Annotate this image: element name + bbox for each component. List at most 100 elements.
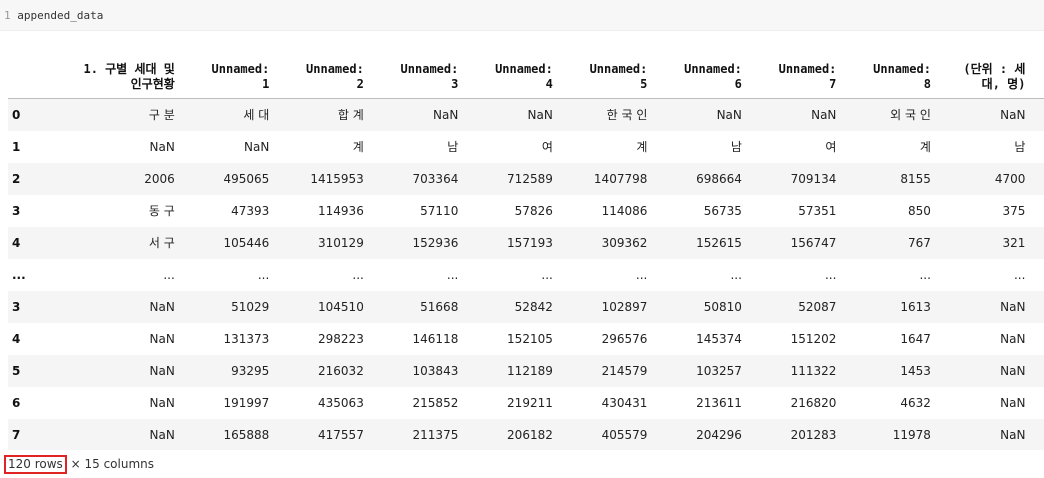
- table-cell: 48: [1033, 419, 1044, 451]
- row-index: 2: [12, 171, 21, 186]
- table-cell: 1613: [900, 299, 931, 314]
- table-cell: ...: [919, 267, 931, 282]
- code-line[interactable]: 1 appended_data: [4, 9, 103, 22]
- row-index: ...: [12, 267, 26, 282]
- table-cell: 165888: [223, 427, 270, 442]
- index-column-header: [8, 44, 71, 99]
- table-cell: 한 국 인: [606, 108, 648, 123]
- table-row: 2 2006 495065 1415953 703364 712589 1407798 698…: [8, 162, 1044, 195]
- table-cell: 152936: [412, 235, 459, 250]
- table-cell: 8155: [900, 171, 931, 186]
- table-cell: 850: [908, 203, 931, 218]
- table-row: 4 NaN 131373 298223 146118 152105 296576 145374…: [8, 322, 1044, 355]
- table-cell: ...: [541, 267, 553, 282]
- table-cell: 계: [636, 140, 648, 154]
- table-cell: 298223: [318, 331, 364, 346]
- table-cell: 214579: [601, 363, 648, 378]
- table-cell: 57351: [798, 203, 837, 218]
- table-cell: 131373: [223, 331, 270, 346]
- column-header: Unnamed: 3: [371, 44, 467, 99]
- table-cell: 56735: [703, 203, 742, 218]
- table-cell: 1647: [900, 331, 931, 346]
- table-cell: 계: [919, 140, 931, 154]
- table-row: 3 NaN 51029 104510 51668 52842 102897 50810 5208…: [8, 290, 1044, 323]
- row-index: 3: [12, 299, 21, 314]
- table-cell: 151202: [790, 331, 837, 346]
- table-cell: 417557: [318, 427, 364, 442]
- table-cell: 34: [1033, 163, 1044, 195]
- table-cell: 51668: [420, 299, 459, 314]
- table-cell: 1415953: [310, 171, 364, 186]
- table-cell: 8: [1033, 355, 1044, 387]
- table-cell: 57826: [514, 203, 553, 218]
- table-cell: 211375: [412, 427, 459, 442]
- table-cell: NaN: [149, 427, 175, 442]
- table-cell: 215852: [412, 395, 459, 410]
- column-header: Unnamed: [1033, 44, 1044, 99]
- table-cell: 375: [1002, 203, 1026, 218]
- table-cell: 112189: [507, 363, 553, 378]
- table-row: 1 NaN NaN 계 남 여 계 남 여 계 남: [8, 130, 1044, 163]
- dataframe-output: 1. 구별 세대 및 인구현황 Unnamed: 1 Unnamed: 2 Unnam…: [8, 44, 1044, 450]
- code-text: appended_data: [17, 9, 104, 22]
- table-cell: 1: [1033, 323, 1044, 355]
- table-cell: NaN: [1000, 331, 1026, 346]
- column-header: Unnamed: 5: [560, 44, 656, 99]
- table-cell: 219211: [507, 395, 553, 410]
- row-index: 5: [12, 363, 21, 378]
- table-cell: 698664: [696, 171, 742, 186]
- table-cell: 709134: [790, 171, 837, 186]
- table-cell: 114936: [318, 203, 364, 218]
- row-count: 120 rows: [8, 457, 63, 471]
- table-cell: NaN: [527, 107, 553, 122]
- table-row: 6 NaN 191997 435063 215852 219211 430431 213611…: [8, 386, 1044, 419]
- table-cell: 103843: [412, 363, 459, 378]
- table-cell: ...: [730, 267, 742, 282]
- table-cell: 50810: [703, 299, 742, 314]
- row-index: 4: [12, 331, 21, 346]
- column-header: Unnamed: 4: [466, 44, 561, 99]
- table-cell: NaN: [1000, 299, 1026, 314]
- table-row: .................................: [8, 258, 1044, 291]
- table-cell: 430431: [601, 395, 648, 410]
- row-index: 4: [12, 235, 21, 250]
- row-count-highlight: 120 rows: [4, 455, 67, 474]
- table-cell: 4632: [900, 395, 931, 410]
- table-cell: 204296: [696, 427, 742, 442]
- dataframe-table: 1. 구별 세대 및 인구현황 Unnamed: 1 Unnamed: 2 Unnam…: [8, 44, 1044, 450]
- table-cell: 11978: [892, 427, 931, 442]
- table-cell: ...: [352, 267, 364, 282]
- table-cell: 191997: [223, 395, 270, 410]
- column-header: 1. 구별 세대 및 인구현황: [70, 44, 183, 99]
- table-cell: NaN: [1000, 107, 1026, 122]
- table-header-row: 1. 구별 세대 및 인구현황 Unnamed: 1 Unnamed: 2 Unnam…: [8, 44, 1044, 99]
- table-cell: 152105: [507, 331, 553, 346]
- table-cell: NaN: [149, 139, 175, 154]
- column-header: Unnamed: 6: [655, 44, 750, 99]
- row-index: 3: [12, 203, 21, 218]
- table-cell: 103257: [696, 363, 742, 378]
- table-cell: [1033, 131, 1044, 163]
- table-cell: 157193: [507, 235, 553, 250]
- table-cell: 1: [1033, 291, 1044, 323]
- table-cell: 남: [1014, 140, 1026, 154]
- table-cell: 93295: [231, 363, 270, 378]
- table-cell: 712589: [507, 171, 553, 186]
- table-cell: ...: [446, 267, 459, 282]
- column-header: (단위 : 세 대, 명): [938, 44, 1034, 99]
- table-cell: NaN: [1000, 363, 1026, 378]
- row-index: 7: [12, 427, 21, 442]
- table-cell: 구 분: [148, 108, 175, 123]
- column-header: Unnamed: 8: [844, 44, 939, 99]
- summary-separator: ×: [66, 457, 85, 471]
- table-cell: 309362: [601, 235, 648, 250]
- table-cell: 외 국 인: [890, 108, 931, 123]
- table-cell: 합 계: [337, 108, 364, 123]
- table-row: 7 NaN 165888 417557 211375 206182 405579 204296…: [8, 418, 1044, 451]
- code-cell[interactable]: 1 appended_data: [0, 0, 1044, 31]
- column-header: Unnamed: 1: [182, 44, 278, 99]
- table-cell: 남: [447, 140, 459, 154]
- row-index: 6: [12, 395, 21, 410]
- dataframe-summary: 120 rows × 15 columns: [4, 455, 154, 474]
- line-number: 1: [4, 9, 11, 22]
